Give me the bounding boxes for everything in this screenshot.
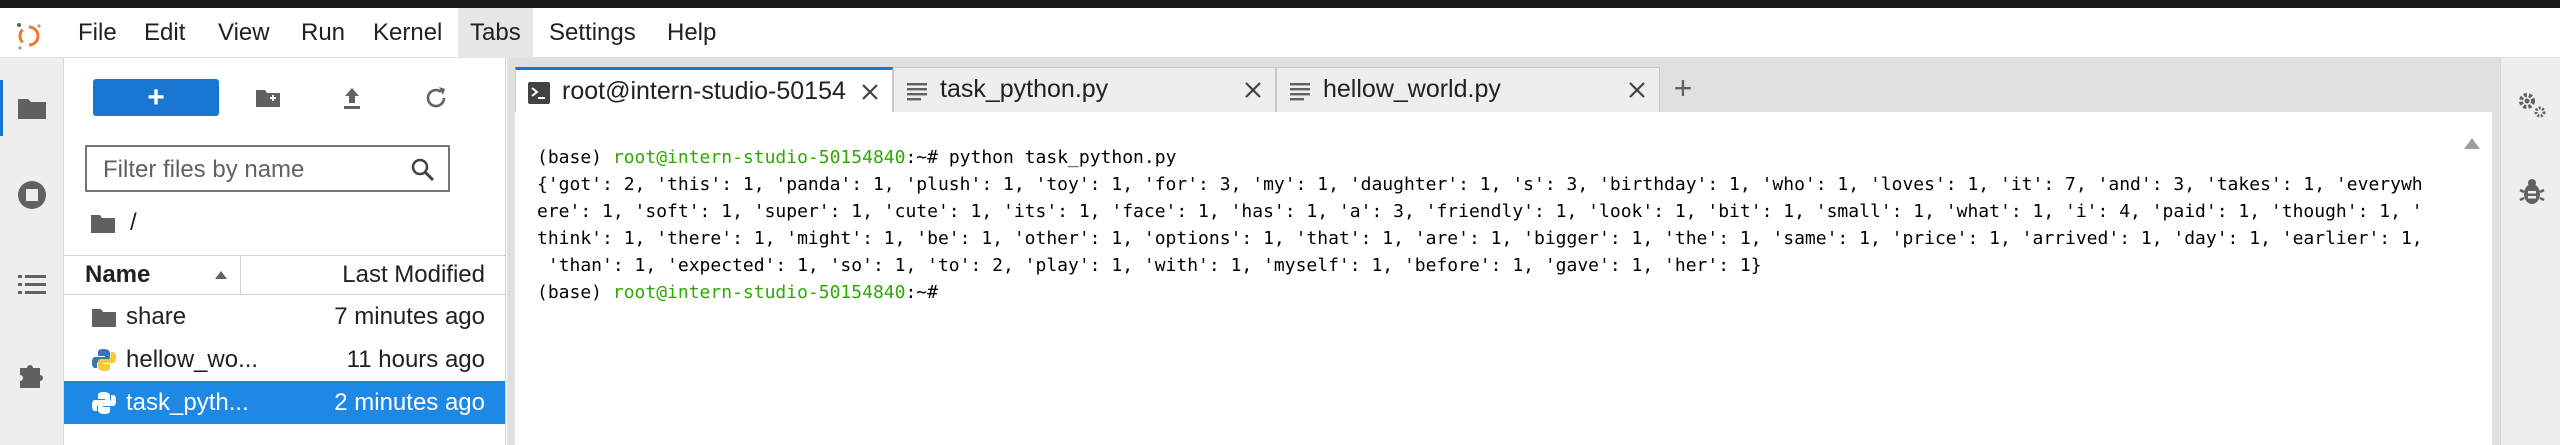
close-icon[interactable] xyxy=(858,80,882,104)
file-modified: 2 minutes ago xyxy=(334,389,485,416)
right-activity-bar xyxy=(2500,58,2560,445)
column-divider[interactable] xyxy=(240,256,241,294)
breadcrumb[interactable]: / xyxy=(90,208,137,238)
terminal-line: {'got': 2, 'this': 1, 'panda': 1, 'plush… xyxy=(537,174,2423,195)
close-icon[interactable] xyxy=(1625,78,1649,102)
tab-label: root@intern-studio-50154 xyxy=(562,77,846,105)
file-name: hellow_wo... xyxy=(126,346,259,373)
search-icon xyxy=(411,158,435,182)
python-icon xyxy=(92,392,116,414)
folder-icon xyxy=(92,309,116,327)
terminal-icon xyxy=(528,82,550,104)
breadcrumb-root[interactable]: / xyxy=(130,209,137,237)
menu-bar: File Edit View Run Kernel Tabs Settings … xyxy=(0,8,2560,58)
new-launcher-button[interactable]: + xyxy=(93,79,219,116)
terminal-output: (base) root@intern-studio-50154840:~# py… xyxy=(537,144,2452,306)
tab-hellow-world[interactable]: hellow_world.py xyxy=(1276,67,1660,112)
text-file-icon xyxy=(1290,83,1310,101)
tab-bar: root@intern-studio-50154 task_python.py xyxy=(515,67,2500,113)
new-folder-icon[interactable] xyxy=(254,84,282,112)
prompt-user: root@intern-studio-50154840 xyxy=(612,147,906,168)
terminal-line: (base) root@intern-studio-50154840:~# py… xyxy=(537,147,1177,168)
tab-label: task_python.py xyxy=(940,75,1109,103)
menu-file[interactable]: File xyxy=(66,8,129,58)
file-modified: 11 hours ago xyxy=(346,346,485,373)
tab-label: hellow_world.py xyxy=(1323,75,1501,103)
window-top-border xyxy=(0,0,2560,8)
property-inspector-icon[interactable] xyxy=(2516,88,2548,120)
tab-task-python[interactable]: task_python.py xyxy=(893,67,1276,112)
filter-files-input[interactable] xyxy=(101,155,395,185)
column-modified-header[interactable]: Last Modified xyxy=(342,256,485,294)
prompt-user: root@intern-studio-50154840 xyxy=(612,282,906,303)
terminal-view[interactable]: (base) root@intern-studio-50154840:~# py… xyxy=(515,112,2492,445)
main-dock-area: root@intern-studio-50154 task_python.py xyxy=(507,58,2500,445)
left-activity-bar xyxy=(0,58,64,445)
column-name-header[interactable]: Name xyxy=(85,256,150,294)
menu-tabs[interactable]: Tabs xyxy=(458,8,533,58)
folder-icon[interactable] xyxy=(15,91,49,125)
menu-kernel[interactable]: Kernel xyxy=(361,8,454,58)
add-tab-button[interactable]: + xyxy=(1661,67,1705,112)
file-name: share xyxy=(126,303,187,330)
python-icon xyxy=(92,349,116,371)
jupyter-logo-icon[interactable] xyxy=(13,20,45,52)
debugger-icon[interactable] xyxy=(2516,176,2548,208)
upload-icon[interactable] xyxy=(338,84,366,112)
terminal-line: ere': 1, 'soft': 1, 'super': 1, 'cute': … xyxy=(537,201,2423,222)
filter-files-field[interactable] xyxy=(85,145,450,192)
tab-terminal[interactable]: root@intern-studio-50154 xyxy=(515,67,893,113)
active-indicator xyxy=(0,80,3,136)
file-browser-panel: + / Name Last Modified share 7 minutes xyxy=(64,58,506,445)
close-icon[interactable] xyxy=(1241,78,1265,102)
menu-settings[interactable]: Settings xyxy=(537,8,648,58)
folder-icon xyxy=(91,215,115,233)
terminal-line: 'than': 1, 'expected': 1, 'so': 1, 'to':… xyxy=(537,255,1762,276)
running-icon[interactable] xyxy=(15,178,49,212)
file-row-hellow-world[interactable]: hellow_wo... 11 hours ago xyxy=(64,338,505,381)
file-modified: 7 minutes ago xyxy=(334,303,485,330)
menu-view[interactable]: View xyxy=(206,8,282,58)
terminal-line: (base) root@intern-studio-50154840:~# xyxy=(537,282,949,303)
file-row-task-python[interactable]: task_pyth... 2 minutes ago xyxy=(64,381,505,424)
refresh-icon[interactable] xyxy=(422,84,450,112)
menu-edit[interactable]: Edit xyxy=(132,8,197,58)
terminal-command: python task_python.py xyxy=(948,147,1177,168)
toc-icon[interactable] xyxy=(15,268,49,302)
sort-ascending-icon[interactable] xyxy=(215,271,227,279)
extension-icon[interactable] xyxy=(15,358,49,392)
scroll-up-arrow[interactable] xyxy=(2464,138,2480,149)
file-name: task_pyth... xyxy=(126,389,249,416)
terminal-line: think': 1, 'there': 1, 'might': 1, 'be':… xyxy=(537,228,2423,249)
menu-run[interactable]: Run xyxy=(289,8,357,58)
menu-help[interactable]: Help xyxy=(655,8,728,58)
file-list-header: Name Last Modified xyxy=(64,255,505,295)
file-row-share[interactable]: share 7 minutes ago xyxy=(64,295,505,338)
text-file-icon xyxy=(907,83,927,101)
